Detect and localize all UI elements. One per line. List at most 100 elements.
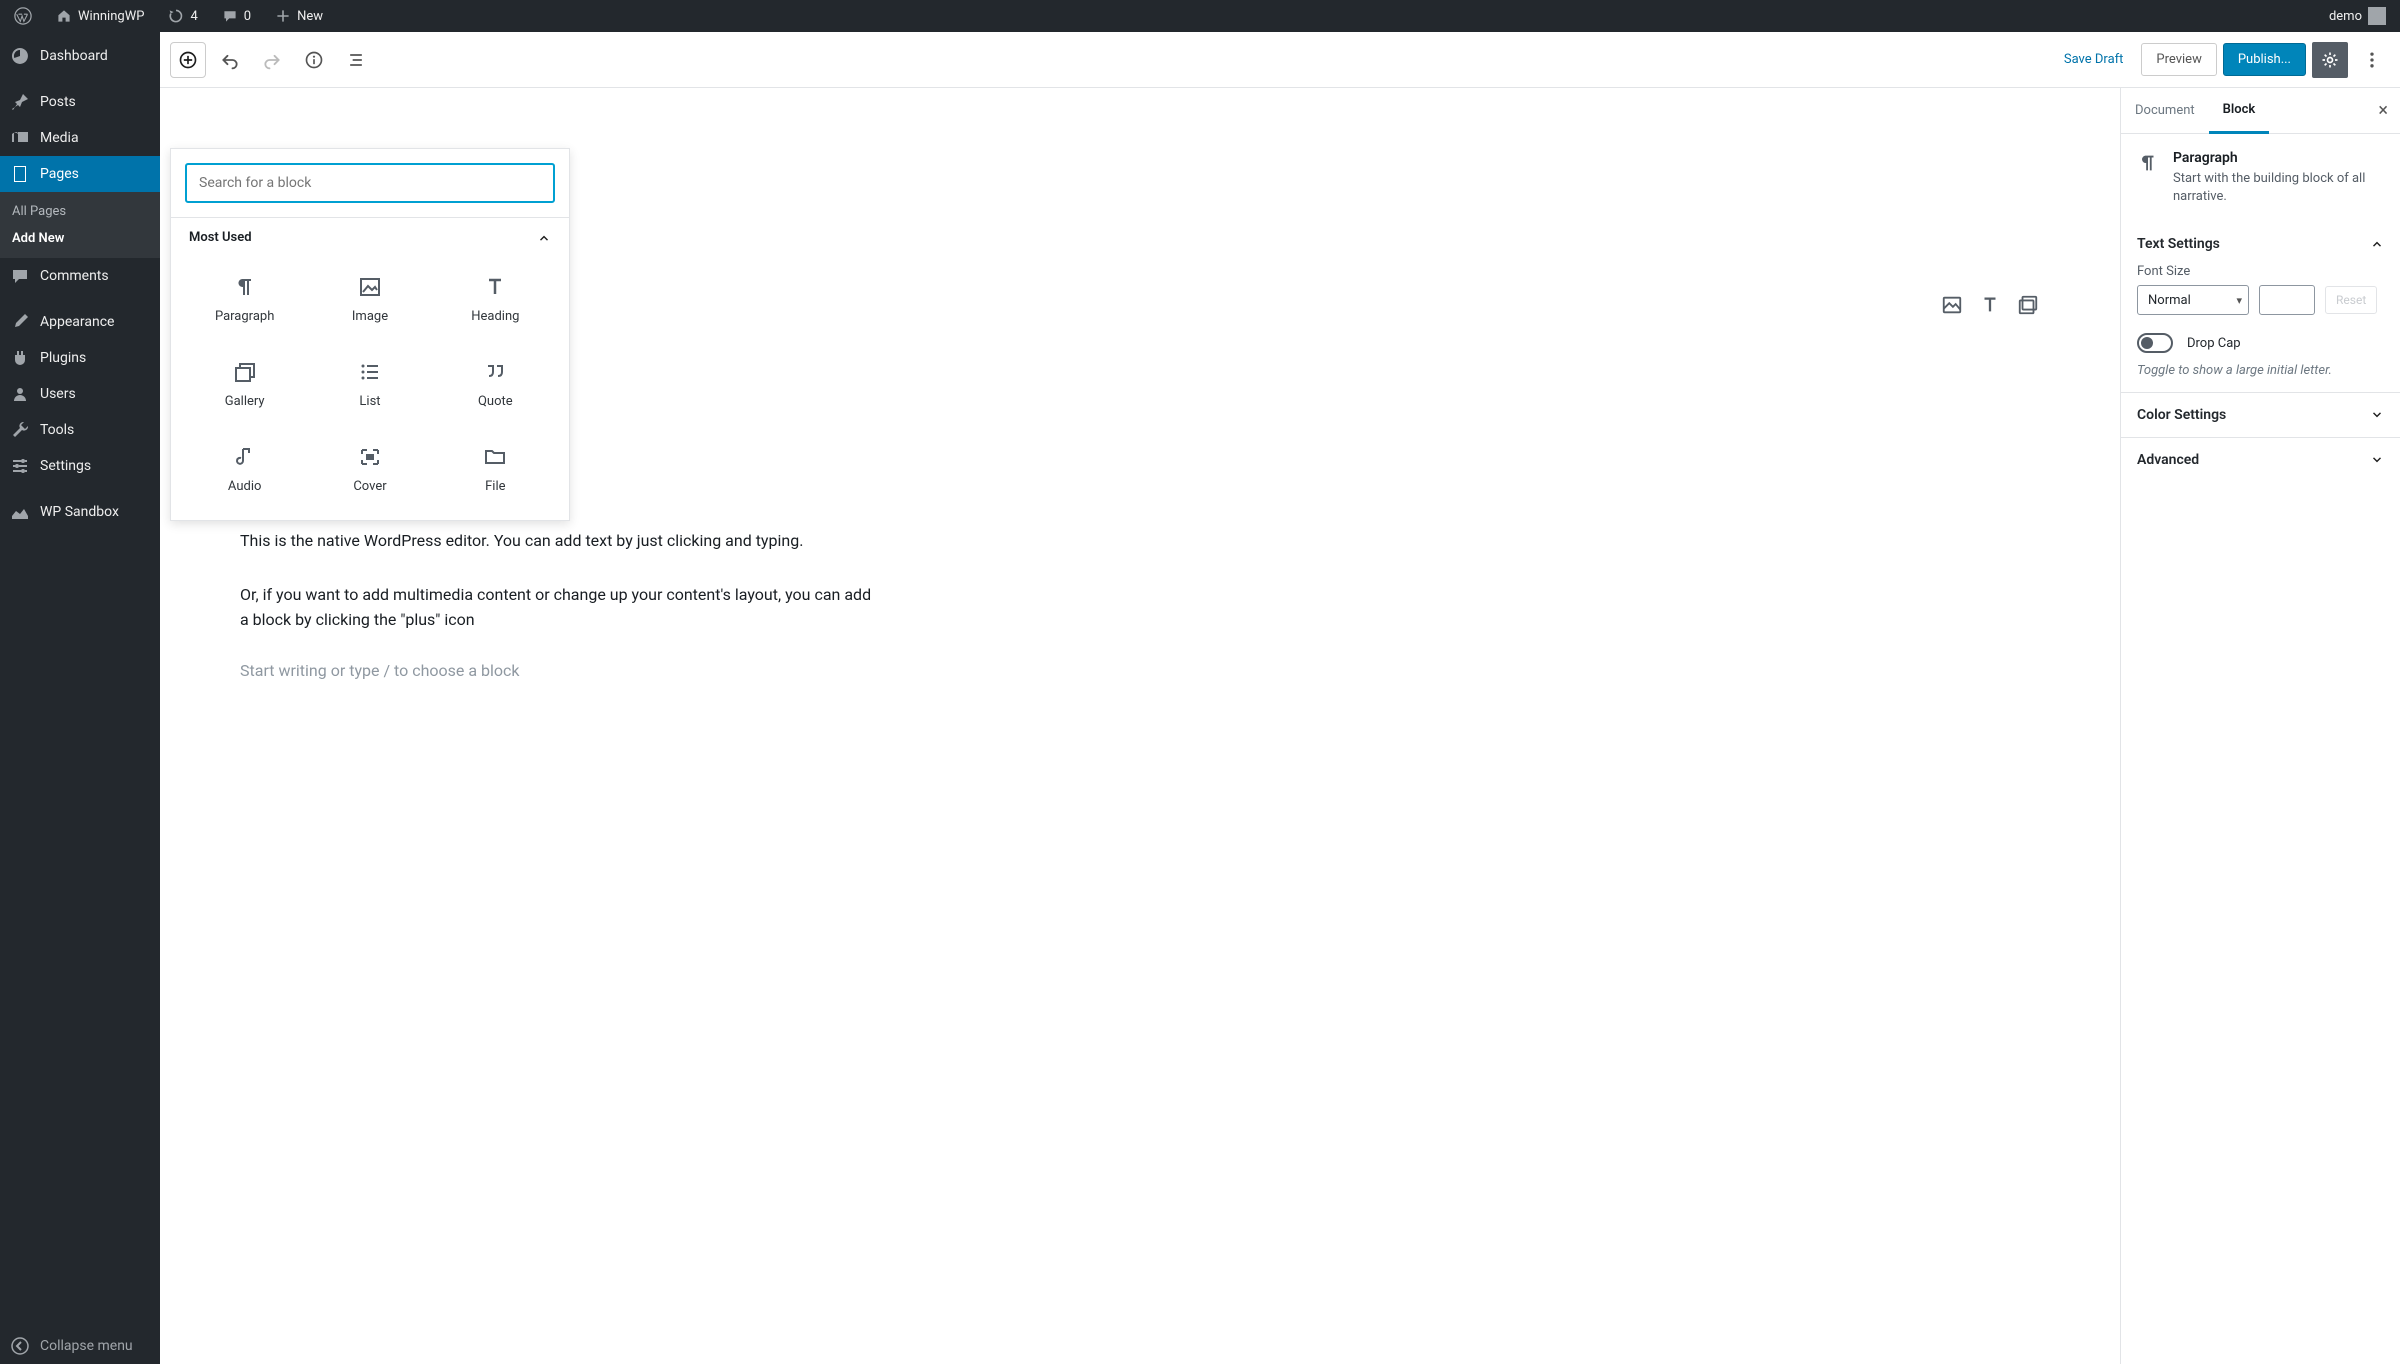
wp-logo[interactable] <box>8 7 38 25</box>
block-label: Audio <box>228 479 261 494</box>
toolbar-left <box>170 42 374 78</box>
gallery-icon <box>233 360 257 384</box>
tab-document[interactable]: Document <box>2121 89 2209 132</box>
site-link[interactable]: WinningWP <box>50 8 150 24</box>
undo-icon <box>220 50 240 70</box>
sidebar-item-pages[interactable]: Pages <box>0 156 160 192</box>
sidebar-sub-add-new[interactable]: Add New <box>0 225 160 252</box>
more-options-button[interactable] <box>2354 42 2390 78</box>
plus-circle-icon <box>178 50 198 70</box>
image-icon <box>1941 294 1963 316</box>
text-settings-toggle[interactable]: Text Settings <box>2137 236 2384 252</box>
image-icon <box>358 275 382 299</box>
font-size-label: Font Size <box>2137 264 2384 279</box>
sidebar-item-tools[interactable]: Tools <box>0 412 160 448</box>
settings-close-button[interactable]: × <box>2366 100 2400 121</box>
inline-insert-heading[interactable] <box>1978 293 2002 317</box>
settings-toggle-button[interactable] <box>2312 42 2348 78</box>
user-menu[interactable]: demo <box>2323 7 2392 25</box>
canvas-wrap: This is the native WordPress editor. You… <box>160 88 2120 1364</box>
sidebar-label: Plugins <box>40 350 86 366</box>
inserter-section-most-used[interactable]: Most Used <box>185 218 555 257</box>
outline-icon <box>346 50 366 70</box>
inserter-scroll[interactable]: Most Used Paragraph Image <box>171 217 569 520</box>
color-settings-toggle[interactable]: Color Settings <box>2137 407 2384 423</box>
block-tile-image[interactable]: Image <box>310 257 429 336</box>
media-icon <box>10 128 30 148</box>
block-summary: Paragraph Start with the building block … <box>2121 134 2400 222</box>
block-description: Start with the building block of all nar… <box>2173 170 2384 206</box>
dots-vertical-icon <box>2362 50 2382 70</box>
font-size-row: Normal Reset <box>2137 285 2384 315</box>
block-tile-list[interactable]: List <box>310 342 429 421</box>
editor-toolbar: Save Draft Preview Publish... <box>160 32 2400 88</box>
plugin-icon <box>10 348 30 368</box>
sidebar-item-dashboard[interactable]: Dashboard <box>0 38 160 74</box>
sidebar-collapse[interactable]: Collapse menu <box>0 1328 160 1364</box>
block-search-input[interactable] <box>185 163 555 203</box>
tab-block[interactable]: Block <box>2209 88 2270 134</box>
undo-button[interactable] <box>212 42 248 78</box>
dashboard-icon <box>10 46 30 66</box>
block-label: File <box>485 479 505 494</box>
sidebar-item-media[interactable]: Media <box>0 120 160 156</box>
brush-icon <box>10 312 30 332</box>
sidebar-label: WP Sandbox <box>40 504 119 520</box>
comments-count: 0 <box>244 9 251 24</box>
sidebar-item-users[interactable]: Users <box>0 376 160 412</box>
new-link[interactable]: New <box>269 8 329 24</box>
block-tile-cover[interactable]: Cover <box>310 427 429 506</box>
redo-button[interactable] <box>254 42 290 78</box>
new-block-placeholder[interactable]: Start writing or type / to choose a bloc… <box>240 661 2040 680</box>
comments-link[interactable]: 0 <box>216 8 257 24</box>
sidebar-label: Pages <box>40 166 79 182</box>
paragraph-block[interactable]: This is the native WordPress editor. You… <box>240 528 880 554</box>
preview-button[interactable]: Preview <box>2141 43 2216 76</box>
info-button[interactable] <box>296 42 332 78</box>
add-block-button[interactable] <box>170 42 206 78</box>
sidebar-item-posts[interactable]: Posts <box>0 84 160 120</box>
outline-button[interactable] <box>338 42 374 78</box>
user-label: demo <box>2329 9 2362 24</box>
block-inserter-popover: Most Used Paragraph Image <box>170 148 570 521</box>
inline-insert-image[interactable] <box>1940 293 1964 317</box>
sidebar-item-settings[interactable]: Settings <box>0 448 160 484</box>
audio-icon <box>233 445 257 469</box>
sidebar-item-comments[interactable]: Comments <box>0 258 160 294</box>
dropcap-toggle[interactable] <box>2137 333 2173 353</box>
settings-tabs: Document Block × <box>2121 88 2400 134</box>
wordpress-icon <box>14 7 32 25</box>
sidebar-label: Tools <box>40 422 74 438</box>
sidebar-item-appearance[interactable]: Appearance <box>0 304 160 340</box>
sidebar-sub-all-pages[interactable]: All Pages <box>0 198 160 225</box>
block-tile-gallery[interactable]: Gallery <box>185 342 304 421</box>
home-icon <box>56 8 72 24</box>
sidebar-item-sandbox[interactable]: WP Sandbox <box>0 494 160 530</box>
updates-link[interactable]: 4 <box>162 8 203 24</box>
paragraph-icon <box>2137 152 2159 174</box>
sidebar-label: Dashboard <box>40 48 108 64</box>
block-tile-paragraph[interactable]: Paragraph <box>185 257 304 336</box>
font-size-custom-input[interactable] <box>2259 285 2315 315</box>
publish-button[interactable]: Publish... <box>2223 43 2306 76</box>
adminbar-right: demo <box>2323 7 2392 25</box>
font-size-select[interactable]: Normal <box>2137 285 2249 315</box>
sidebar-item-plugins[interactable]: Plugins <box>0 340 160 376</box>
inline-insert-gallery[interactable] <box>2016 293 2040 317</box>
block-tile-heading[interactable]: Heading <box>436 257 555 336</box>
section-heading: Color Settings <box>2137 407 2226 423</box>
paragraph-block[interactable]: Or, if you want to add multimedia conten… <box>240 582 880 633</box>
block-label: Paragraph <box>215 309 274 324</box>
info-icon <box>304 50 324 70</box>
advanced-toggle[interactable]: Advanced <box>2137 452 2384 468</box>
save-draft-button[interactable]: Save Draft <box>2052 44 2136 75</box>
block-tile-quote[interactable]: Quote <box>436 342 555 421</box>
cover-icon <box>358 445 382 469</box>
font-size-reset-button[interactable]: Reset <box>2325 286 2377 314</box>
collapse-label: Collapse menu <box>40 1338 133 1354</box>
sidebar-label: Media <box>40 130 79 146</box>
block-label: Quote <box>478 394 513 409</box>
block-label: List <box>359 394 380 409</box>
block-tile-file[interactable]: File <box>436 427 555 506</box>
block-tile-audio[interactable]: Audio <box>185 427 304 506</box>
